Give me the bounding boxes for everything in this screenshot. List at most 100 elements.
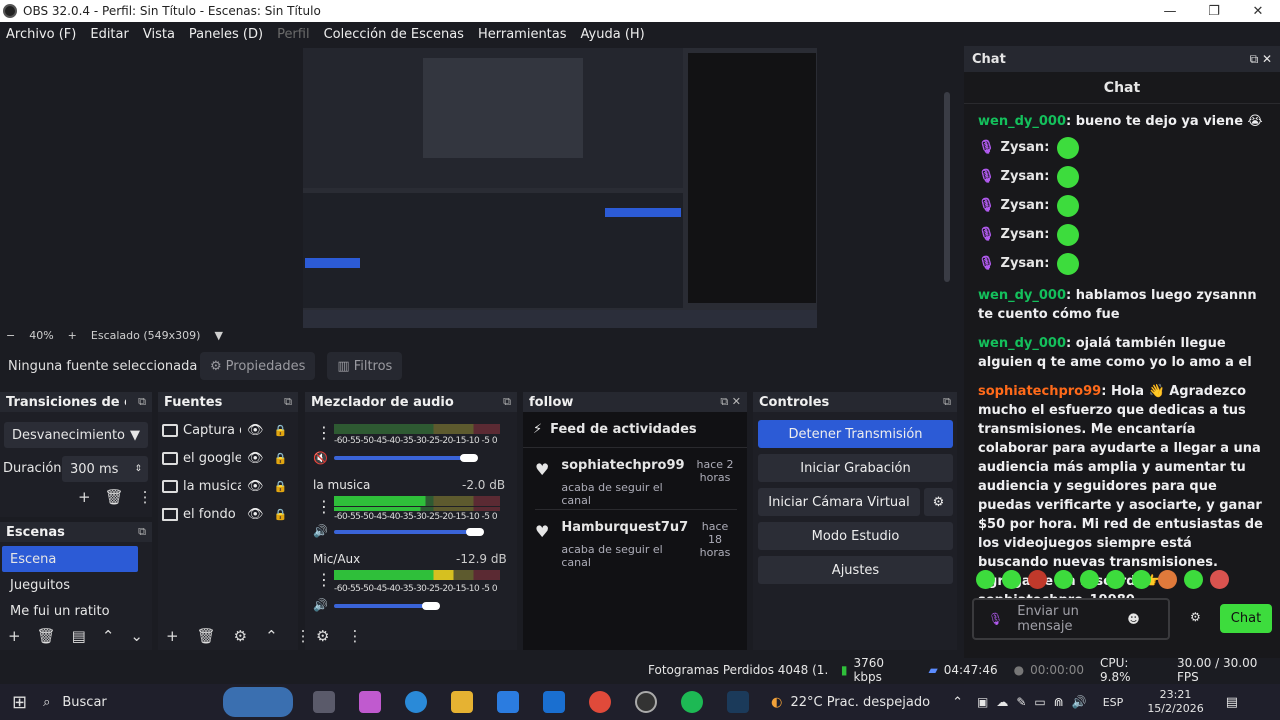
scene-item[interactable]: Me fui un ratito <box>2 598 138 622</box>
scene-item[interactable]: Escena <box>2 546 138 572</box>
filter-icon[interactable]: ▤ <box>72 627 86 645</box>
chat-send-button[interactable]: Chat <box>1220 604 1272 633</box>
studio-mode-button[interactable]: Modo Estudio <box>758 522 953 550</box>
properties-button[interactable]: ⚙ Propiedades <box>200 352 316 380</box>
undock-close-icons[interactable]: ⧉ ✕ <box>720 395 741 409</box>
undock-icon[interactable]: ⧉ <box>943 395 951 409</box>
lock-icon[interactable]: 🔒 <box>274 452 288 465</box>
menu-perfil[interactable]: Perfil <box>277 27 310 42</box>
zoom-out-button[interactable]: − <box>6 329 15 342</box>
undock-icon[interactable]: ⧉ <box>503 395 511 409</box>
preview-scrollbar[interactable] <box>944 92 950 282</box>
add-icon[interactable]: + <box>166 627 179 645</box>
feed-time: hace 2 horas <box>696 458 734 484</box>
undock-icon[interactable]: ⧉ <box>138 395 146 409</box>
chevron-down-icon[interactable]: ⌄ <box>130 627 143 645</box>
edge-icon[interactable] <box>405 691 428 713</box>
source-item[interactable]: el fondo 👁 🔒 <box>158 500 298 528</box>
steam-icon[interactable] <box>727 691 750 713</box>
speaker-icon[interactable]: 🔊 <box>313 524 328 538</box>
start-recording-button[interactable]: Iniciar Grabación <box>758 454 953 482</box>
more-icon[interactable]: ⋮ <box>316 497 332 516</box>
eye-icon[interactable]: 👁 <box>247 423 264 438</box>
add-icon[interactable]: + <box>8 627 21 645</box>
scene-item[interactable]: Jueguitos <box>2 572 138 598</box>
virtual-camera-settings-button[interactable]: ⚙ <box>924 488 953 516</box>
volume-knob[interactable] <box>466 528 484 536</box>
stepper-icon[interactable]: ⇕ <box>134 464 142 474</box>
trash-icon[interactable]: 🗑 <box>197 627 216 645</box>
volume-slider[interactable] <box>334 604 430 608</box>
more-icon[interactable]: ⋮ <box>347 627 362 645</box>
chevron-up-icon[interactable]: ⌃ <box>952 695 963 710</box>
zoom-in-button[interactable]: + <box>68 329 77 342</box>
muted-speaker-icon[interactable]: 🔇 <box>313 451 328 465</box>
outlook-icon[interactable] <box>543 691 566 713</box>
gear-icon[interactable]: ⚙ <box>316 627 329 645</box>
duration-input[interactable]: 300 ms ⇕ <box>62 456 148 482</box>
chevron-up-icon[interactable]: ⌃ <box>265 627 278 645</box>
transition-select[interactable]: Desvanecimiento ▼ <box>4 422 148 448</box>
obs-icon[interactable] <box>635 691 658 713</box>
minimize-button[interactable]: — <box>1148 4 1192 19</box>
copilot-icon[interactable] <box>359 691 382 713</box>
settings-button[interactable]: Ajustes <box>758 556 953 584</box>
notification-icon[interactable]: ▤ <box>1226 695 1238 710</box>
clock[interactable]: 23:21 15/2/2026 <box>1147 688 1203 716</box>
gear-icon[interactable]: ⚙ <box>234 627 247 645</box>
task-view-icon[interactable] <box>313 691 336 713</box>
chevron-up-icon[interactable]: ⌃ <box>102 627 115 645</box>
eye-icon[interactable]: 👁 <box>247 507 264 522</box>
virtual-camera-button[interactable]: Iniciar Cámara Virtual <box>758 488 920 516</box>
undock-icon[interactable]: ⧉ <box>284 395 292 409</box>
language[interactable]: ESP <box>1103 696 1124 709</box>
lock-icon[interactable]: 🔒 <box>274 508 288 521</box>
more-icon[interactable]: ⋮ <box>316 570 332 589</box>
menu-paneles[interactable]: Paneles (D) <box>189 27 263 42</box>
undock-icon[interactable]: ⧉ <box>138 525 146 539</box>
weather[interactable]: 22°C Prac. despejado <box>790 695 930 710</box>
duration-label: Duración <box>3 461 62 476</box>
source-item[interactable]: Captura de juego👁🔒 <box>158 416 298 444</box>
source-item[interactable]: la musica 👁 🔒 <box>158 472 298 500</box>
lock-icon[interactable]: 🔒 <box>274 424 288 437</box>
more-icon[interactable]: ⋮ <box>316 423 332 442</box>
filters-button[interactable]: ▥ Filtros <box>327 352 403 380</box>
undock-close-icons[interactable]: ⧉ ✕ <box>1250 52 1272 67</box>
volume-slider[interactable] <box>334 456 464 460</box>
eye-icon[interactable]: 👁 <box>247 479 264 494</box>
volume-knob[interactable] <box>460 454 478 462</box>
chat-input[interactable]: 🎙 Enviar un mensaje ☻ <box>972 598 1170 640</box>
source-item[interactable]: el google 👁 🔒 <box>158 444 298 472</box>
file-explorer-icon[interactable] <box>451 691 474 713</box>
preview-canvas[interactable] <box>303 48 817 328</box>
emoji-icon[interactable]: ☻ <box>1127 612 1140 626</box>
maximize-button[interactable]: ❐ <box>1192 4 1236 19</box>
menu-ayuda[interactable]: Ayuda (H) <box>581 27 645 42</box>
menu-archivo[interactable]: Archivo (F) <box>6 27 76 42</box>
lock-icon[interactable]: 🔒 <box>274 480 288 493</box>
more-icon[interactable]: ⋮ <box>138 488 153 506</box>
chrome-icon[interactable] <box>589 691 612 713</box>
audio-meter <box>334 570 500 580</box>
menu-editar[interactable]: Editar <box>90 27 129 42</box>
volume-slider[interactable] <box>334 530 468 534</box>
add-icon[interactable]: + <box>78 488 91 506</box>
close-button[interactable]: ✕ <box>1236 4 1280 19</box>
gear-icon[interactable]: ⚙ <box>1190 610 1201 624</box>
spotify-icon[interactable] <box>681 691 704 713</box>
eye-icon[interactable]: 👁 <box>247 451 264 466</box>
trash-icon[interactable]: 🗑 <box>105 488 124 506</box>
windows-start-icon[interactable]: ⊞ <box>12 692 27 713</box>
volume-knob[interactable] <box>422 602 440 610</box>
trash-icon[interactable]: 🗑 <box>37 627 56 645</box>
stop-stream-button[interactable]: Detener Transmisión <box>758 420 953 448</box>
taskbar-search[interactable]: ⌕ Buscar <box>43 695 223 710</box>
menu-vista[interactable]: Vista <box>143 27 175 42</box>
chevron-down-icon[interactable]: ▼ <box>214 329 222 342</box>
tray-icons[interactable]: ▣☁✎▭⋒🔊 <box>977 695 1095 709</box>
menu-coleccion-escenas[interactable]: Colección de Escenas <box>324 27 464 42</box>
menu-herramientas[interactable]: Herramientas <box>478 27 567 42</box>
store-icon[interactable] <box>497 691 520 713</box>
speaker-icon[interactable]: 🔊 <box>313 598 328 612</box>
